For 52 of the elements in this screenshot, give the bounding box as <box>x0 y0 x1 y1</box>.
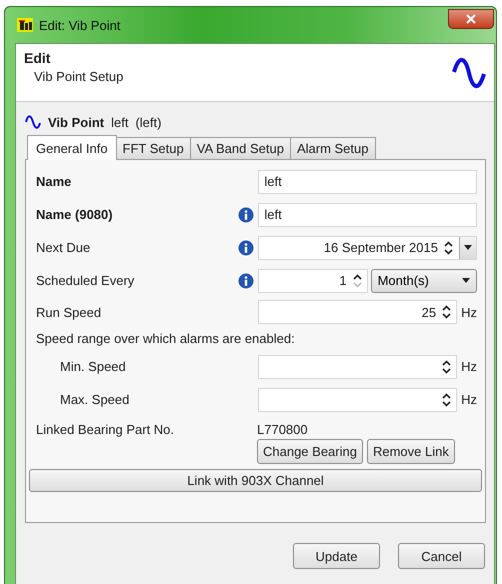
tab[interactable]: FFT Setup <box>116 137 191 159</box>
unit-label: Hz <box>461 304 478 320</box>
header-subtitle: Vib Point Setup <box>33 69 124 84</box>
section-note: Speed range over which alarms are enabled: <box>36 330 296 348</box>
text-field[interactable]: left <box>258 202 477 227</box>
spinner-icon[interactable] <box>442 305 452 320</box>
field-label: Scheduled Every <box>36 273 136 288</box>
spinner-icon[interactable] <box>442 392 452 407</box>
field-label: Name (9080) <box>36 207 114 222</box>
spinner-icon[interactable] <box>444 240 453 255</box>
unit-label: Hz <box>461 359 477 374</box>
header-title: Edit <box>24 50 52 66</box>
tab[interactable]: Alarm Setup <box>290 137 376 159</box>
sine-wave-icon <box>452 56 486 90</box>
dialog-button[interactable]: Cancel <box>398 543 485 569</box>
unit-label: Hz <box>461 392 477 408</box>
point-type: Vib Point <box>48 114 104 130</box>
point-alias: (left) <box>135 114 162 130</box>
info-icon[interactable] <box>238 240 254 256</box>
dropdown-button[interactable] <box>458 236 476 259</box>
point-name: left <box>111 114 128 130</box>
bearing-button[interactable]: Change Bearing <box>257 439 363 464</box>
close-button[interactable] <box>448 9 494 29</box>
number-field[interactable] <box>258 388 458 412</box>
text-field[interactable]: left <box>258 170 477 194</box>
link-channel-button[interactable]: Link with 903X Channel <box>29 469 482 492</box>
unit-dropdown[interactable]: Month(s) <box>370 268 478 293</box>
close-icon <box>466 14 476 24</box>
field-label: Run Speed <box>36 304 102 320</box>
caret-icon <box>462 278 470 284</box>
tab[interactable]: VA Band Setup <box>190 137 291 159</box>
app-icon <box>17 18 33 32</box>
tab[interactable]: General Info <box>27 135 117 160</box>
sine-wave-icon <box>25 114 41 130</box>
window-title: Edit: Vib Point <box>39 18 120 32</box>
info-icon[interactable] <box>238 272 254 289</box>
number-field[interactable]: 25 <box>258 300 458 324</box>
date-field[interactable]: 16 September 2015 <box>258 236 477 260</box>
spinner-icon[interactable] <box>352 274 362 288</box>
part-number: L770800 <box>257 422 309 438</box>
bearing-button[interactable]: Remove Link <box>366 439 455 464</box>
field-label: Linked Bearing Part No. <box>36 422 176 438</box>
field-label: Next Due <box>36 240 92 256</box>
field-label: Min. Speed <box>59 359 127 374</box>
field-label: Max. Speed <box>59 392 130 408</box>
caret-icon <box>464 245 472 250</box>
number-field[interactable]: 1 <box>258 268 368 293</box>
number-field[interactable] <box>258 354 458 379</box>
field-label: Name <box>36 174 72 190</box>
dialog-button[interactable]: Update <box>293 543 380 569</box>
info-icon[interactable] <box>238 206 254 223</box>
spinner-icon[interactable] <box>442 360 452 374</box>
